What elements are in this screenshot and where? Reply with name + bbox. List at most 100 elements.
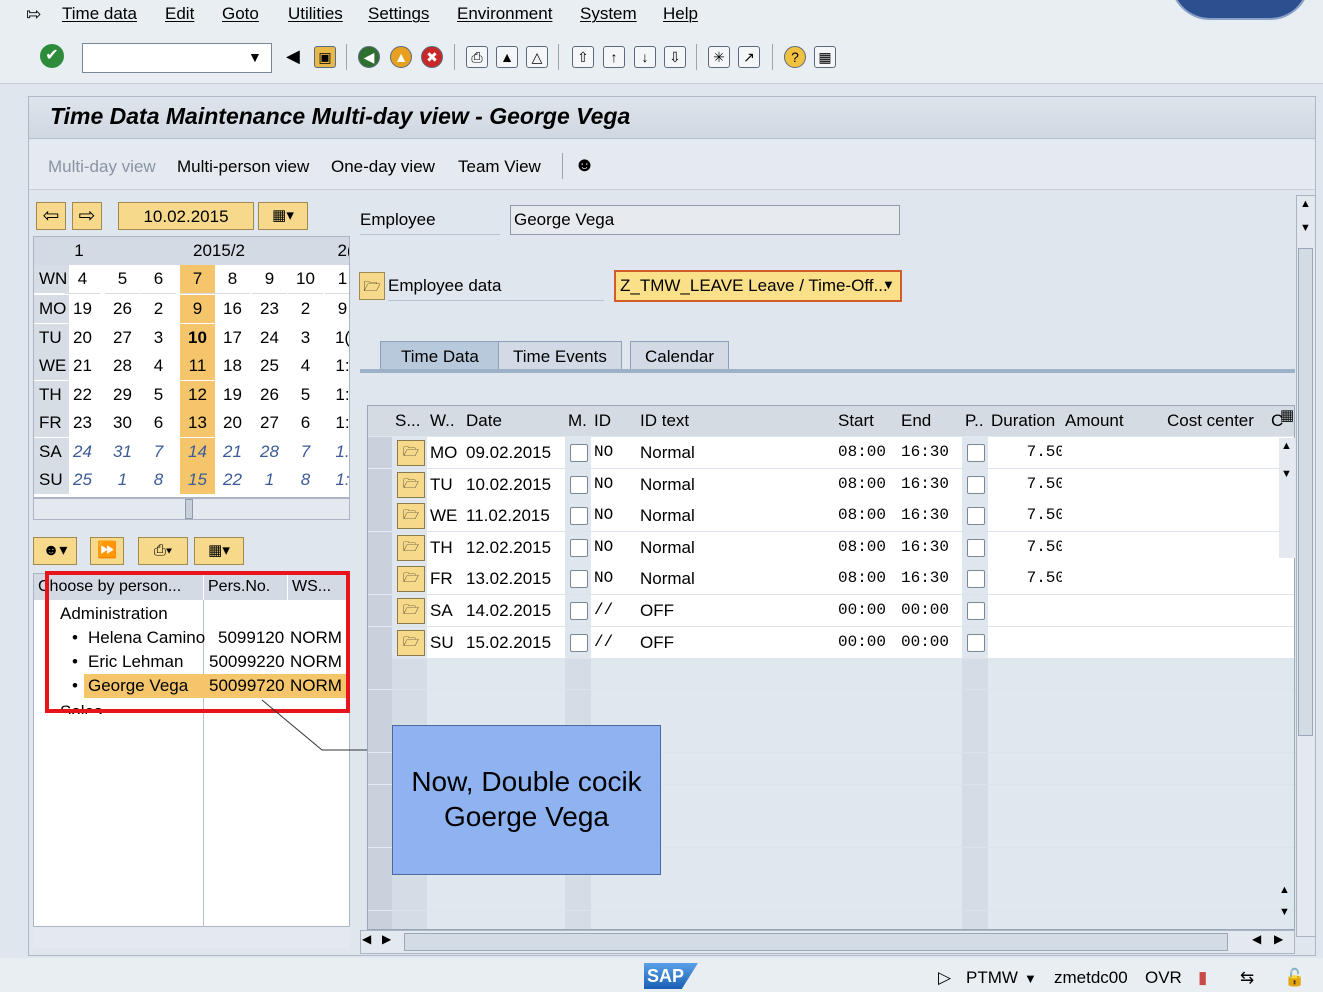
empty-cell[interactable] — [392, 689, 431, 722]
empty-cell[interactable] — [988, 721, 1066, 754]
id-text-cell[interactable]: Normal — [637, 531, 839, 564]
cost-center-cell[interactable] — [1164, 531, 1272, 564]
amount-cell[interactable] — [1062, 595, 1168, 627]
weekday-cell[interactable]: TH — [427, 531, 467, 564]
empty-cell[interactable] — [835, 689, 902, 722]
folder-icon[interactable]: 🗁 — [397, 503, 425, 530]
checkbox[interactable] — [570, 538, 588, 557]
checkbox[interactable] — [570, 475, 588, 494]
empty-cell[interactable] — [1062, 879, 1168, 912]
checkbox[interactable] — [570, 444, 588, 462]
empty-cell[interactable] — [392, 658, 431, 691]
column-header[interactable]: S... — [392, 406, 431, 436]
empty-cell[interactable] — [1062, 911, 1168, 929]
id-text-cell[interactable]: Normal — [637, 563, 839, 596]
empty-cell[interactable] — [427, 658, 467, 691]
column-header[interactable]: W.. — [427, 406, 467, 436]
end-cell[interactable]: 16:30 — [898, 437, 966, 469]
empty-cell[interactable] — [988, 658, 1066, 691]
empty-cell[interactable] — [898, 784, 966, 817]
empty-cell[interactable] — [1164, 689, 1272, 722]
tab-calendar[interactable]: Calendar — [630, 341, 729, 371]
cost-center-cell[interactable] — [1164, 437, 1272, 469]
cost-center-cell[interactable] — [1164, 595, 1272, 627]
empty-cell[interactable] — [637, 689, 839, 722]
checkbox[interactable] — [570, 602, 588, 620]
empty-cell[interactable] — [898, 911, 966, 929]
id-text-cell[interactable]: OFF — [637, 595, 839, 627]
weekday-cell[interactable]: SU — [427, 626, 467, 659]
id-cell[interactable]: NO — [591, 563, 641, 596]
end-cell[interactable]: 16:30 — [898, 531, 966, 564]
empty-cell[interactable] — [392, 879, 431, 912]
empty-cell[interactable] — [1164, 847, 1272, 880]
empty-cell[interactable] — [1164, 784, 1272, 817]
empty-cell[interactable] — [1268, 753, 1294, 785]
empty-cell[interactable] — [637, 816, 839, 849]
id-text-cell[interactable]: OFF — [637, 626, 839, 659]
id-cell[interactable]: NO — [591, 500, 641, 533]
empty-cell[interactable] — [463, 658, 569, 691]
empty-cell[interactable] — [637, 784, 839, 817]
start-cell[interactable]: 00:00 — [835, 626, 902, 659]
empty-cell[interactable] — [1062, 689, 1168, 722]
checkbox[interactable] — [967, 507, 985, 526]
scroll-thumb[interactable] — [1298, 248, 1313, 736]
tab-time-data[interactable]: Time Data — [380, 341, 500, 371]
empty-cell[interactable] — [463, 911, 569, 929]
id-text-cell[interactable]: Normal — [637, 468, 839, 501]
column-header[interactable]: Cost center — [1164, 406, 1272, 436]
weekday-cell[interactable]: MO — [427, 437, 467, 469]
scroll-right-icon[interactable]: ▶ — [382, 932, 391, 946]
empty-cell[interactable] — [898, 658, 966, 691]
c-cell[interactable] — [1268, 563, 1294, 596]
empty-cell[interactable] — [898, 721, 966, 754]
amount-cell[interactable] — [1062, 626, 1168, 659]
checkbox[interactable] — [967, 444, 985, 462]
id-cell[interactable]: // — [591, 595, 641, 627]
empty-cell[interactable] — [988, 689, 1066, 722]
tab-time-events[interactable]: Time Events — [498, 341, 622, 371]
empty-cell[interactable] — [1062, 847, 1168, 880]
table-vertical-scrollbar[interactable] — [1279, 438, 1295, 558]
cost-center-cell[interactable] — [1164, 500, 1272, 533]
empty-cell[interactable] — [1164, 753, 1272, 785]
empty-cell[interactable] — [988, 753, 1066, 785]
column-header[interactable]: Start — [835, 406, 902, 436]
folder-icon[interactable]: 🗁 — [397, 534, 425, 561]
id-cell[interactable]: NO — [591, 531, 641, 564]
cost-center-cell[interactable] — [1164, 468, 1272, 501]
weekday-cell[interactable]: WE — [427, 500, 467, 533]
start-cell[interactable]: 08:00 — [835, 500, 902, 533]
column-header[interactable]: Duration — [988, 406, 1066, 436]
folder-icon[interactable]: 🗁 — [397, 566, 425, 593]
checkbox[interactable] — [967, 570, 985, 589]
scroll-up-icon[interactable]: ▲ — [1300, 198, 1311, 210]
start-cell[interactable]: 08:00 — [835, 468, 902, 501]
empty-cell[interactable] — [463, 689, 569, 722]
empty-cell[interactable] — [591, 689, 641, 722]
empty-cell[interactable] — [637, 911, 839, 929]
empty-cell[interactable] — [1268, 721, 1294, 754]
folder-icon[interactable]: 🗁 — [397, 629, 425, 656]
id-cell[interactable]: // — [591, 626, 641, 659]
scroll-left-icon[interactable]: ◀ — [362, 932, 371, 946]
cost-center-cell[interactable] — [1164, 563, 1272, 596]
column-header[interactable]: Amount — [1062, 406, 1168, 436]
empty-cell[interactable] — [637, 879, 839, 912]
table-settings-icon[interactable]: ▦ — [1280, 406, 1297, 432]
empty-cell[interactable] — [1062, 816, 1168, 849]
empty-cell[interactable] — [988, 879, 1066, 912]
weekday-cell[interactable]: SA — [427, 595, 467, 627]
empty-cell[interactable] — [1164, 721, 1272, 754]
id-text-cell[interactable]: Normal — [637, 500, 839, 533]
weekday-cell[interactable]: FR — [427, 563, 467, 596]
checkbox[interactable] — [967, 538, 985, 557]
status-expand-icon[interactable]: ▷ — [938, 968, 951, 988]
empty-cell[interactable] — [835, 911, 902, 929]
amount-cell[interactable] — [1062, 531, 1168, 564]
empty-cell[interactable] — [835, 784, 902, 817]
empty-cell[interactable] — [988, 847, 1066, 880]
end-cell[interactable]: 00:00 — [898, 626, 966, 659]
empty-cell[interactable] — [835, 721, 902, 754]
